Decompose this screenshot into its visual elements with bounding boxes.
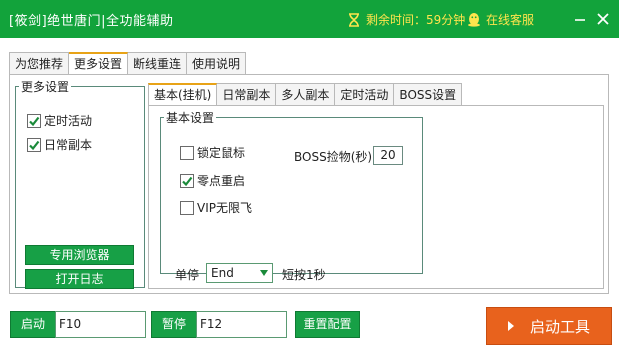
checkbox-box[interactable] — [180, 173, 194, 188]
tab-recommend[interactable]: 为您推荐 — [9, 52, 70, 75]
tab-boss-settings[interactable]: BOSS设置 — [394, 83, 463, 106]
dedicated-browser-button[interactable]: 专用浏览器 — [25, 245, 134, 265]
checkbox-label: 零点重启 — [197, 174, 246, 188]
tab-instructions[interactable]: 使用说明 — [187, 52, 247, 75]
start-hotkey-input[interactable]: F10 — [55, 311, 146, 338]
pause-hotkey-label: 暂停 — [151, 311, 197, 338]
main-tab-strip: 为您推荐 更多设置 断线重连 使用说明 — [9, 52, 247, 75]
checkbox-label: VIP无限飞 — [197, 201, 252, 215]
basic-settings-group: 基本设置 锁定鼠标 零点重启 VIP无限飞 BOSS捡物(秒) 20 单停 En… — [160, 109, 423, 283]
basic-settings-legend: 基本设置 — [166, 111, 215, 125]
reset-config-button[interactable]: 重置配置 — [295, 311, 360, 338]
checkbox-timed-activity[interactable]: 定时活动 — [27, 112, 92, 129]
window-title: [筱剑]绝世唐门|全功能辅助 — [9, 14, 174, 29]
single-stop-key-select[interactable]: End — [206, 263, 273, 283]
check-icon — [29, 116, 40, 126]
open-log-button[interactable]: 打开日志 — [25, 269, 134, 289]
chevron-down-icon — [260, 270, 268, 276]
hourglass-icon — [349, 12, 359, 27]
checkbox-vip-unlimited-fly[interactable]: VIP无限飞 — [180, 199, 252, 216]
start-hotkey-label: 启动 — [10, 311, 56, 338]
tab-timed-activity[interactable]: 定时活动 — [335, 83, 395, 106]
minimize-icon[interactable] — [573, 12, 587, 26]
checkbox-box[interactable] — [180, 200, 194, 215]
bottom-bar: 启动 F10 暂停 F12 重置配置 启动工具 — [0, 304, 619, 350]
pause-hotkey-input[interactable]: F12 — [196, 311, 287, 338]
tab-basic-afk[interactable]: 基本(挂机) — [148, 83, 218, 106]
launch-tool-label: 启动工具 — [529, 317, 590, 336]
more-settings-legend: 更多设置 — [21, 80, 70, 94]
single-stop-label: 单停 — [175, 268, 200, 282]
checkbox-daily-dungeon[interactable]: 日常副本 — [27, 136, 92, 153]
play-triangle-icon — [507, 321, 514, 331]
short-press-hint: 短按1秒 — [282, 268, 326, 282]
checkbox-midnight-restart[interactable]: 零点重启 — [180, 172, 245, 189]
checkbox-lock-mouse[interactable]: 锁定鼠标 — [180, 144, 245, 161]
more-settings-group: 更多设置 定时活动 日常副本 专用浏览器 打开日志 — [15, 78, 145, 289]
online-service-link[interactable]: 在线客服 — [467, 11, 534, 28]
boss-loot-label: BOSS捡物(秒) — [294, 150, 373, 164]
remaining-time-text: 剩余时间：59分钟 — [366, 13, 466, 27]
single-stop-key-value: End — [211, 266, 234, 280]
more-settings-panel: 更多设置 定时活动 日常副本 专用浏览器 打开日志 基本(挂机) 日常副本 多人… — [9, 74, 609, 294]
check-icon — [182, 176, 193, 186]
close-icon[interactable] — [596, 12, 610, 26]
online-service-label: 在线客服 — [486, 13, 535, 27]
checkbox-box[interactable] — [180, 145, 194, 160]
tab-daily-dungeon[interactable]: 日常副本 — [217, 83, 277, 106]
checkbox-label: 定时活动 — [44, 114, 93, 128]
tab-more-settings[interactable]: 更多设置 — [69, 52, 129, 75]
checkbox-label: 日常副本 — [44, 138, 93, 152]
launch-tool-button[interactable]: 启动工具 — [486, 307, 612, 345]
checkbox-box[interactable] — [27, 113, 41, 128]
remaining-time: 剩余时间：59分钟 — [348, 11, 465, 28]
qq-penguin-icon — [468, 13, 480, 27]
title-bar: [筱剑]绝世唐门|全功能辅助 剩余时间：59分钟 在线客服 — [0, 0, 619, 38]
tab-reconnect[interactable]: 断线重连 — [128, 52, 188, 75]
sub-tab-strip: 基本(挂机) 日常副本 多人副本 定时活动 BOSS设置 — [148, 83, 463, 106]
checkbox-box[interactable] — [27, 137, 41, 152]
check-icon — [29, 140, 40, 150]
boss-loot-seconds-input[interactable]: 20 — [373, 146, 403, 165]
basic-panel: 基本设置 锁定鼠标 零点重启 VIP无限飞 BOSS捡物(秒) 20 单停 En… — [148, 105, 604, 289]
checkbox-label: 锁定鼠标 — [197, 146, 246, 160]
tab-multiplayer-dungeon[interactable]: 多人副本 — [276, 83, 336, 106]
